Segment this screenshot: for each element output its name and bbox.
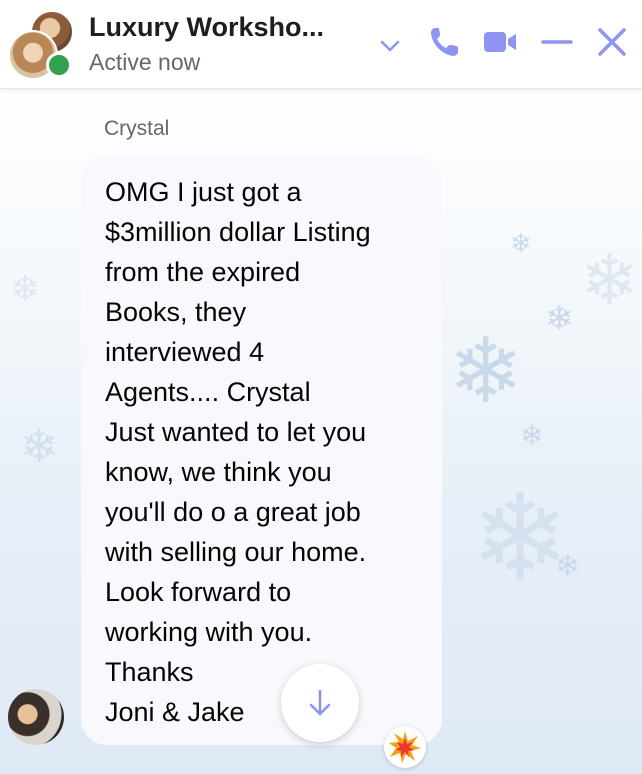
message-line: Just wanted to let you [105,417,367,447]
message-line: Look forward to [105,577,292,607]
message-line: know, we think you [105,457,332,487]
message-line: working with you. [105,617,313,647]
snowflake-icon: ❄ [510,229,532,259]
snowflake-icon: ❄ [10,269,41,310]
message-line: interviewed 4 [105,337,265,367]
message-bubble[interactable]: OMG I just got a $3million dollar Listin… [81,156,442,745]
phone-icon[interactable] [428,24,460,60]
message-line: $3million dollar Listing [105,217,371,247]
close-icon[interactable] [596,24,628,60]
snowflake-icon: ❄ [580,239,639,321]
message-line: Thanks [105,657,194,687]
snowflake-icon: ❄ [520,419,544,452]
video-camera-icon[interactable] [482,24,518,60]
collision-emoji-icon [389,731,421,763]
snowflake-icon: ❄ [545,299,574,339]
scroll-to-bottom-button[interactable] [281,664,359,742]
message-line: Joni & Jake [105,697,245,727]
sender-avatar[interactable] [8,689,64,745]
message-line: with selling our home. [105,537,367,567]
group-avatar[interactable] [8,10,74,80]
active-status: Active now [89,49,201,75]
message-line: from the expired [105,257,301,287]
chat-header: Luxury Worksho... Active now [0,0,642,89]
message-line: Books, they [105,297,247,327]
chat-title[interactable]: Luxury Worksho... [89,12,324,43]
chevron-down-icon[interactable] [376,28,404,64]
message-line: OMG I just got a [105,177,302,207]
minimize-icon[interactable] [540,24,574,60]
message-line: you'll do o a great job [105,497,361,527]
snowflake-icon: ❄ [470,469,571,608]
arrow-down-icon [309,689,331,716]
snowflake-icon: ❄ [20,419,59,473]
message-reaction[interactable] [384,726,426,768]
online-status-dot [46,52,72,78]
snowflake-icon: ❄ [448,319,524,424]
snowflake-icon: ❄ [555,549,581,584]
message-line: Agents.... Crystal [105,377,311,407]
sender-name: Crystal [104,117,170,140]
